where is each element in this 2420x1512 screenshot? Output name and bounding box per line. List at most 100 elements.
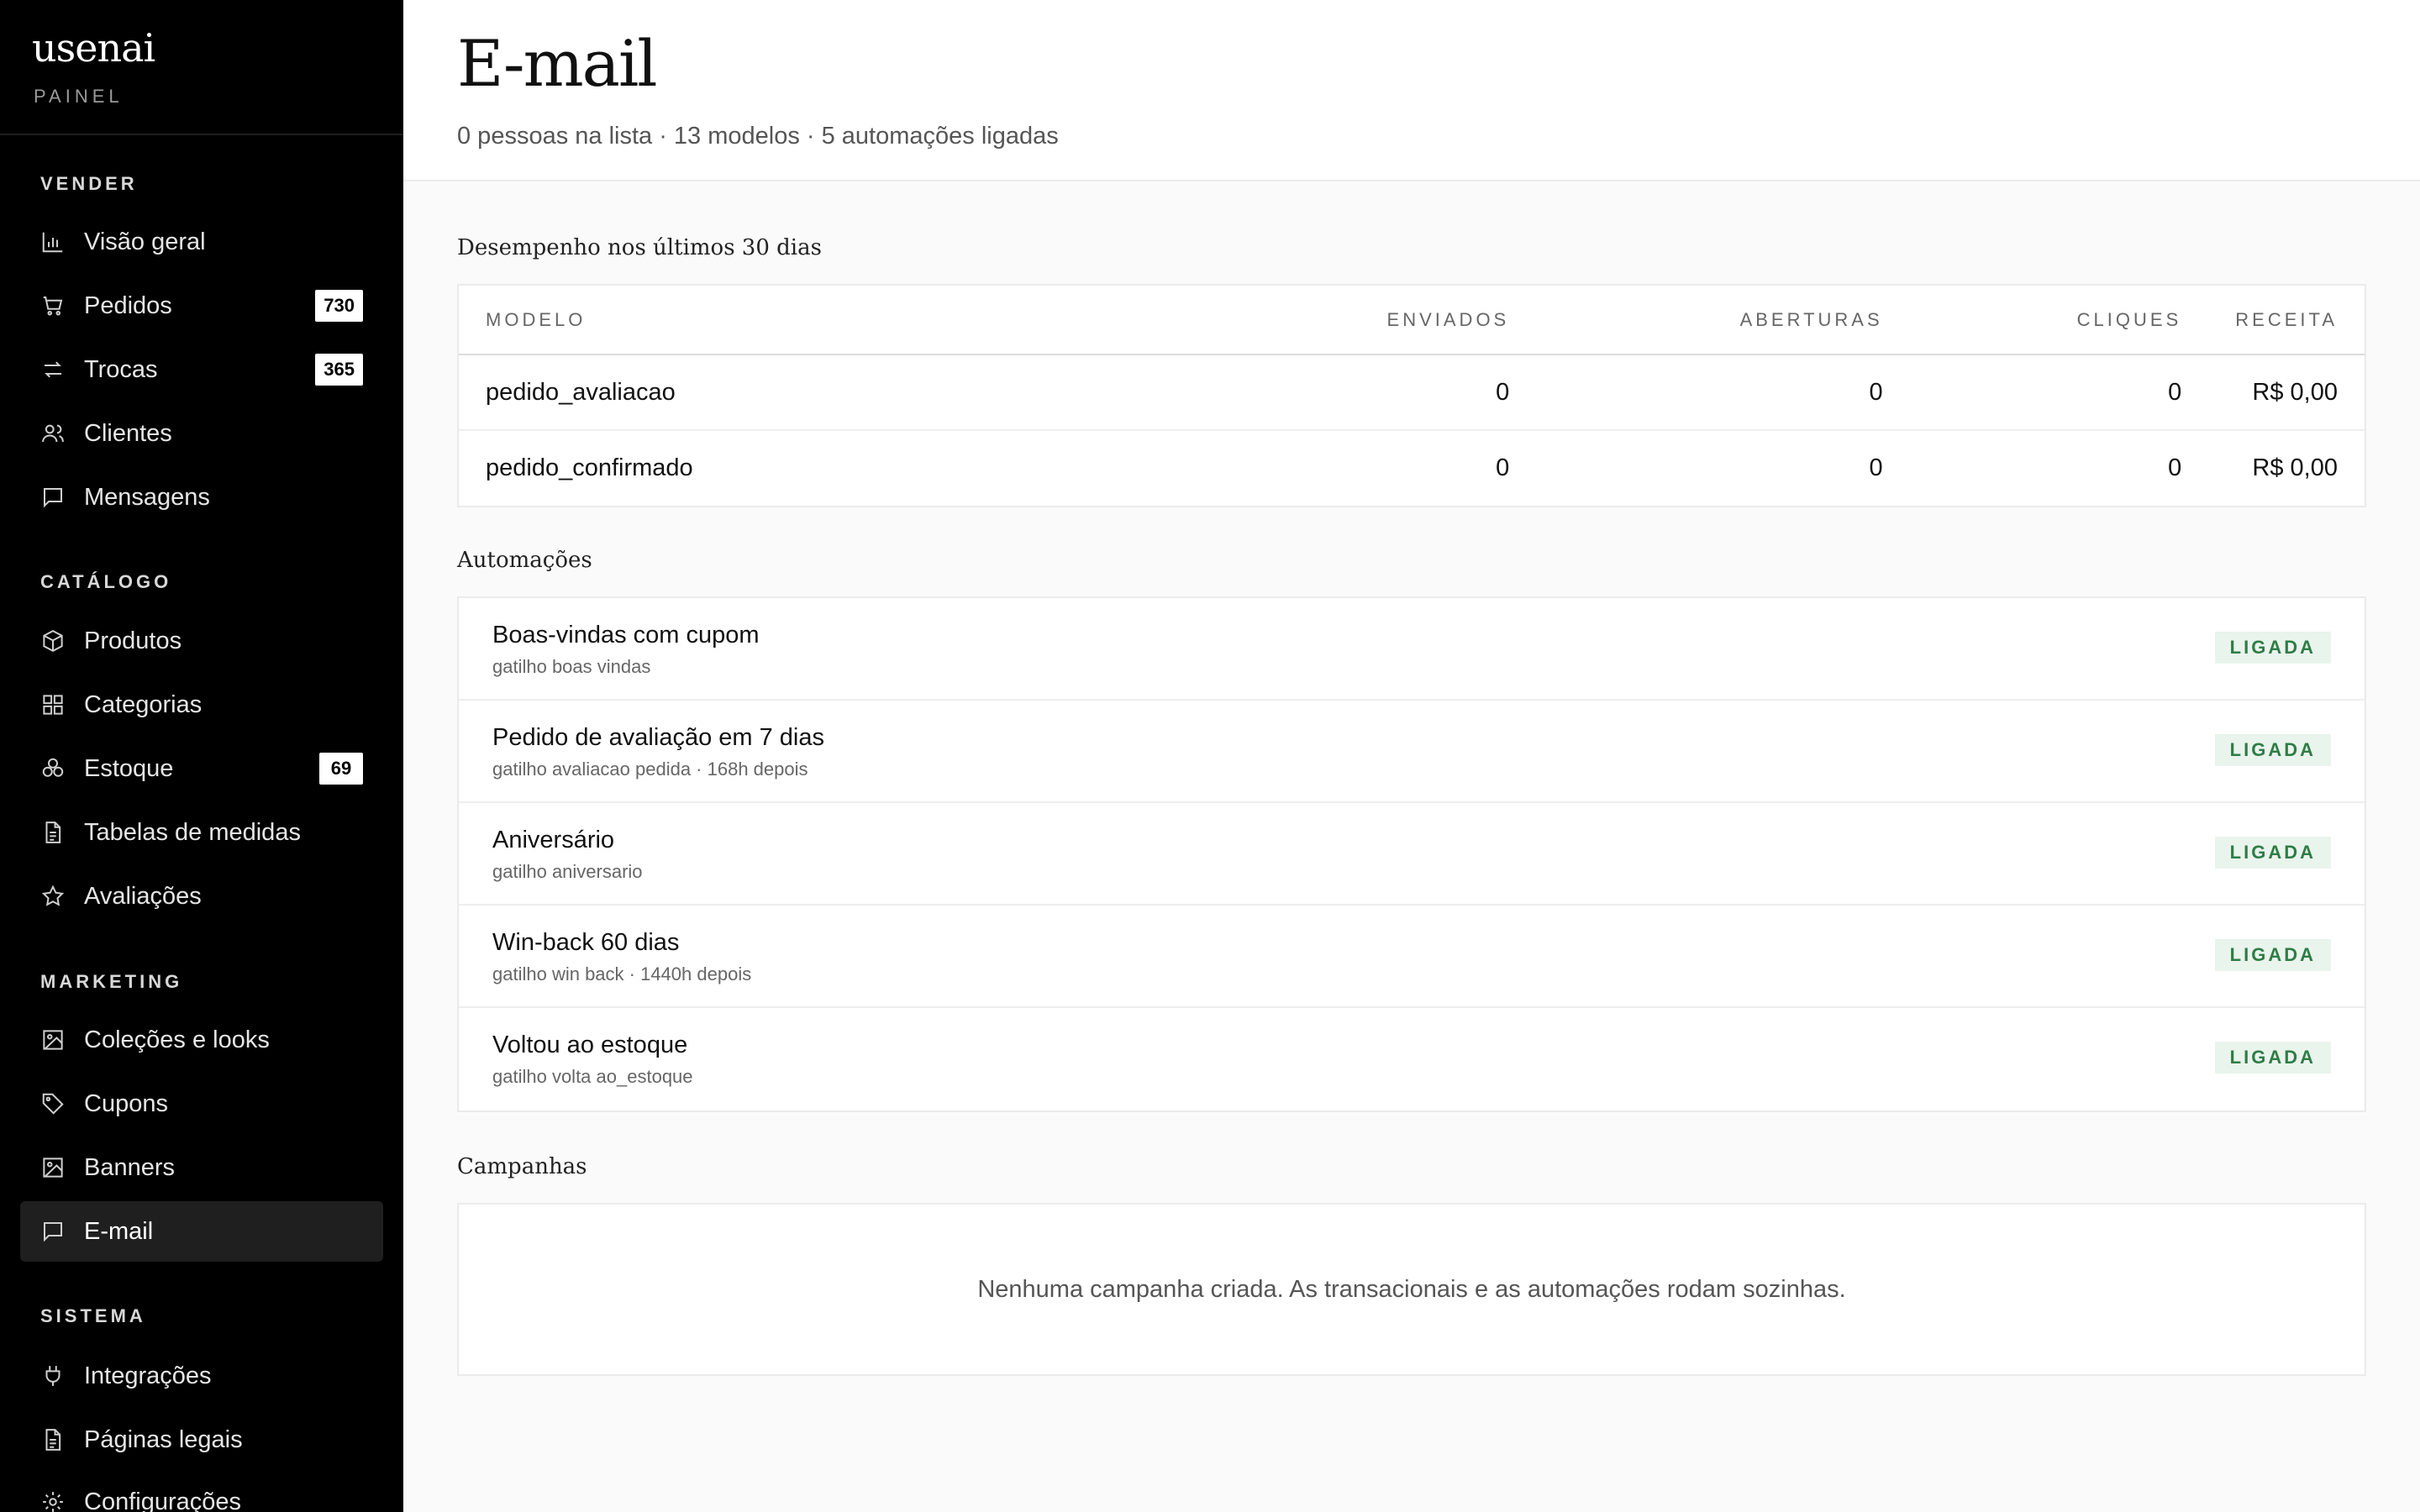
automation-item[interactable]: Win-back 60 dias gatilho win back · 1440… (459, 906, 2365, 1008)
status-badge: LIGADA (2214, 1042, 2331, 1074)
automation-trigger: gatilho boas vindas (492, 656, 651, 677)
automations-card: Boas-vindas com cupom gatilho boas vinda… (457, 596, 2366, 1112)
sidebar-item-clientes[interactable]: Clientes (20, 403, 383, 464)
users-icon (40, 421, 66, 446)
document-icon (40, 820, 66, 845)
sidebar-item-label: Estoque (84, 754, 174, 782)
column-header-receita: RECEITA (2208, 286, 2365, 355)
exchange-icon (40, 357, 66, 382)
sidebar-item-label: Banners (84, 1153, 176, 1181)
gear-icon (40, 1489, 66, 1512)
image-icon (40, 1027, 66, 1053)
sidebar-item-pedidos[interactable]: Pedidos 730 (20, 276, 383, 336)
section-title-vender: VENDER (40, 173, 138, 194)
page-header: E-mail 0 pessoas na lista · 13 modelos ·… (403, 0, 2420, 181)
main-content: E-mail 0 pessoas na lista · 13 modelos ·… (403, 0, 2420, 1512)
automation-item[interactable]: Voltou ao estoque gatilho volta ao_estoq… (459, 1008, 2365, 1110)
cell-receita: R$ 0,00 (2208, 354, 2365, 431)
message-icon (40, 485, 66, 510)
automation-trigger: gatilho aniversario (492, 861, 643, 882)
cell-cliques: 0 (1909, 354, 2209, 431)
box-icon (40, 628, 66, 654)
sidebar-item-label: Visão geral (84, 228, 206, 255)
page-subtitle: 0 pessoas na lista · 13 modelos · 5 auto… (457, 123, 1059, 150)
sidebar-item-integracoes[interactable]: Integrações (20, 1346, 383, 1406)
status-badge: LIGADA (2214, 632, 2331, 664)
section-title-marketing: MARKETING (40, 971, 183, 992)
count-badge: 365 (315, 354, 363, 386)
cell-cliques: 0 (2168, 454, 2182, 481)
star-icon (40, 884, 66, 909)
sidebar-item-visao-geral[interactable]: Visão geral (20, 212, 383, 272)
automation-name: Voltou ao estoque (492, 1032, 688, 1058)
column-header-modelo: MODELO (459, 286, 1164, 355)
sidebar-item-label: Tabelas de medidas (84, 818, 301, 846)
automation-item[interactable]: Boas-vindas com cupom gatilho boas vinda… (459, 598, 2365, 701)
automation-name: Aniversário (492, 827, 615, 853)
column-header-cliques: CLIQUES (1909, 286, 2209, 355)
sidebar-item-label: Mensagens (84, 483, 210, 511)
sidebar-item-mensagens[interactable]: Mensagens (20, 467, 383, 528)
sidebar-item-label: Produtos (84, 627, 182, 654)
automation-trigger: gatilho win back · 1440h depois (492, 963, 752, 984)
cell-aberturas: 0 (1536, 354, 1910, 431)
stack-icon (40, 756, 66, 781)
brand: usenai PAINEL (0, 0, 403, 135)
brand-logo: usenai (32, 25, 155, 71)
sidebar-item-label: Coleções e looks (84, 1026, 270, 1053)
cell-modelo: pedido_confirmado (486, 454, 693, 481)
campaigns-title: Campanhas (457, 1154, 587, 1179)
performance-title: Desempenho nos últimos 30 dias (457, 235, 822, 260)
tag-icon (40, 1091, 66, 1116)
column-header-enviados: ENVIADOS (1163, 286, 1537, 355)
count-badge: 69 (319, 753, 363, 785)
sidebar-item-label: Integrações (84, 1362, 212, 1389)
sidebar-item-label: Clientes (84, 419, 172, 447)
sidebar-item-trocas[interactable]: Trocas 365 (20, 339, 383, 400)
cell-receita: R$ 0,00 (2252, 454, 2338, 481)
sidebar-item-label: Trocas (84, 355, 158, 383)
status-badge: LIGADA (2214, 939, 2331, 971)
cart-icon (40, 293, 66, 318)
sidebar-item-label: E-mail (84, 1217, 154, 1245)
column-header-aberturas: ABERTURAS (1536, 286, 1910, 355)
campaigns-card: Nenhuma campanha criada. As transacionai… (457, 1203, 2366, 1376)
sidebar-item-label: Cupons (84, 1089, 168, 1117)
sidebar-item-label: Avaliações (84, 882, 202, 910)
empty-state-message: Nenhuma campanha criada. As transacionai… (977, 1275, 1846, 1303)
sidebar-item-email[interactable]: E-mail (20, 1201, 383, 1262)
section-title-catalogo: CATÁLOGO (40, 571, 172, 592)
message-icon (40, 1219, 66, 1244)
automation-trigger: gatilho volta ao_estoque (492, 1066, 693, 1087)
table-row: pedido_confirmado 0 0 0 R$ 0,00 (459, 430, 2365, 506)
count-badge: 730 (315, 290, 363, 322)
status-badge: LIGADA (2214, 734, 2331, 766)
sidebar-item-tabelas-de-medidas[interactable]: Tabelas de medidas (20, 802, 383, 863)
automation-trigger: gatilho avaliacao pedida · 168h depois (492, 759, 808, 780)
sidebar-item-paginas-legais[interactable]: Páginas legais (20, 1410, 383, 1470)
grid-icon (40, 692, 66, 717)
automation-item[interactable]: Aniversário gatilho aniversario LIGADA (459, 803, 2365, 906)
sidebar-item-categorias[interactable]: Categorias (20, 675, 383, 735)
automation-item[interactable]: Pedido de avaliação em 7 dias gatilho av… (459, 701, 2365, 803)
section-title-sistema: SISTEMA (40, 1305, 146, 1326)
sidebar-item-banners[interactable]: Banners (20, 1137, 383, 1198)
sidebar-item-label: Configurações (84, 1488, 241, 1512)
performance-table-card: MODELO ENVIADOS ABERTURAS CLIQUES RECEIT… (457, 284, 2366, 507)
cell-enviados: 0 (1163, 354, 1537, 431)
sidebar-item-produtos[interactable]: Produtos (20, 611, 383, 671)
table-row: pedido_avaliacao 0 0 0 R$ 0,00 (459, 354, 2365, 431)
brand-subtitle: PAINEL (34, 86, 124, 107)
sidebar-item-avaliacoes[interactable]: Avaliações (20, 866, 383, 927)
sidebar-item-colecoes-e-looks[interactable]: Coleções e looks (20, 1010, 383, 1070)
bar-chart-icon (40, 229, 66, 255)
page-title: E-mail (457, 26, 658, 101)
sidebar-item-estoque[interactable]: Estoque 69 (20, 738, 383, 799)
sidebar-item-cupons[interactable]: Cupons (20, 1074, 383, 1134)
table-header-row: MODELO ENVIADOS ABERTURAS CLIQUES RECEIT… (459, 286, 2365, 355)
cell-modelo: pedido_avaliacao (459, 354, 1164, 431)
sidebar: usenai PAINEL VENDER Visão geral Pedidos… (0, 0, 403, 1512)
sidebar-item-configuracoes[interactable]: Configurações (20, 1472, 383, 1512)
automation-name: Pedido de avaliação em 7 dias (492, 724, 824, 751)
plug-icon (40, 1363, 66, 1389)
